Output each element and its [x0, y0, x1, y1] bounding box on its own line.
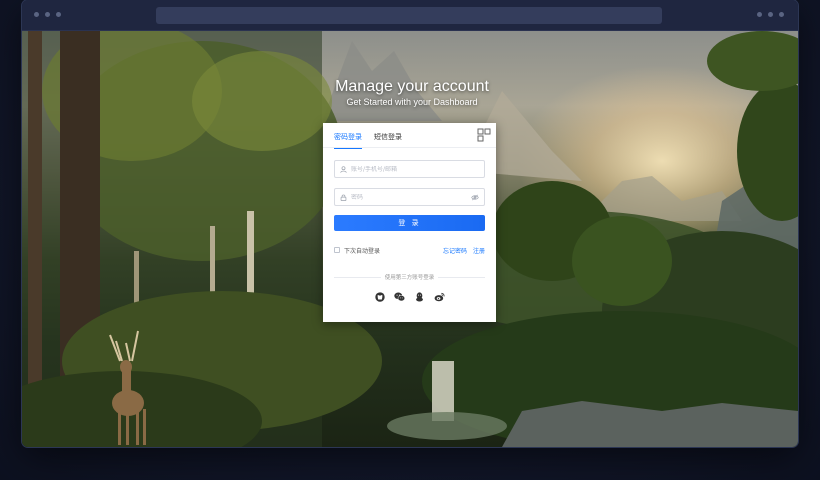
- social-login-icons: [323, 291, 496, 302]
- remember-checkbox[interactable]: [334, 247, 340, 253]
- login-options: 下次自动登录 忘记密码 注册: [334, 245, 485, 255]
- tab-divider: [323, 147, 496, 148]
- window-dot[interactable]: [757, 12, 762, 17]
- window-dot[interactable]: [768, 12, 773, 17]
- page-viewport: Manage your account Get Started with you…: [22, 31, 798, 447]
- third-party-divider: 使用第三方账号登录: [334, 273, 486, 281]
- login-card: 密码登录 短信登录 账号/手机号/邮箱 登 录 下次自动登录 忘记密码 注册 使…: [323, 123, 496, 322]
- hero-heading: Manage your account Get Started with you…: [312, 78, 512, 108]
- user-icon: [340, 165, 347, 173]
- lock-icon: [340, 194, 347, 201]
- qr-code-login-icon[interactable]: [476, 127, 492, 143]
- divider-line: [438, 276, 486, 278]
- eye-hidden-icon[interactable]: [471, 194, 479, 201]
- wechat-icon[interactable]: [394, 291, 405, 302]
- window-dot[interactable]: [34, 12, 39, 17]
- window-dot[interactable]: [45, 12, 50, 17]
- browser-chrome: [22, 0, 798, 31]
- page-title: Manage your account: [335, 78, 489, 95]
- third-party-title: 使用第三方账号登录: [384, 275, 435, 281]
- window-controls-right: [757, 12, 784, 17]
- address-bar[interactable]: [156, 7, 662, 24]
- weibo-icon[interactable]: [434, 291, 445, 302]
- register-link[interactable]: 注册: [473, 246, 485, 255]
- remember-label[interactable]: 下次自动登录: [344, 246, 380, 255]
- username-field[interactable]: [334, 160, 485, 178]
- divider-line: [334, 276, 381, 278]
- page-subtitle: Get Started with your Dashboard: [346, 97, 478, 107]
- window-dot[interactable]: [779, 12, 784, 17]
- github-icon[interactable]: [374, 291, 385, 302]
- login-button[interactable]: 登 录: [334, 215, 485, 231]
- window-controls-left: [34, 12, 61, 17]
- auth-links: 忘记密码 注册: [443, 246, 485, 255]
- window-dot[interactable]: [56, 12, 61, 17]
- forgot-password-link[interactable]: 忘记密码: [443, 246, 467, 255]
- password-field[interactable]: [334, 188, 485, 206]
- password-input[interactable]: [351, 193, 467, 201]
- browser-window: Manage your account Get Started with you…: [22, 0, 798, 447]
- username-input[interactable]: [351, 165, 479, 173]
- qq-icon[interactable]: [414, 291, 425, 302]
